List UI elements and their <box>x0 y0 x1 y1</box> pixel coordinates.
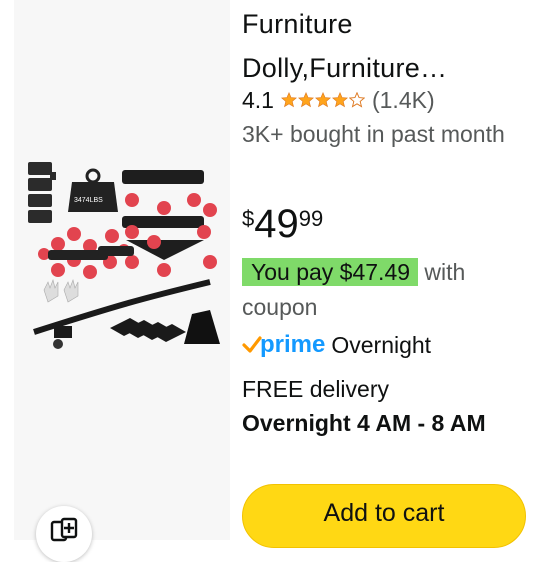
prime-logo-text: prime <box>260 331 326 358</box>
weight-label: 3474LBS <box>74 197 103 204</box>
review-count: (1.4K) <box>371 87 435 113</box>
delivery-info: FREE delivery Overnight 4 AM - 8 AM <box>242 372 486 440</box>
rating-row[interactable]: 4.1 (1.4K) <box>242 86 435 114</box>
price: $ 49 99 <box>242 202 323 246</box>
star-icon <box>331 92 348 108</box>
coupon-price-badge: You pay $47.49 <box>242 258 419 286</box>
prime-logo: prime <box>242 331 325 359</box>
compare-button[interactable] <box>36 506 92 562</box>
product-image-panel[interactable]: 3474LBS <box>14 0 230 562</box>
star-icon <box>297 92 314 108</box>
delivery-line-1: FREE delivery <box>242 376 389 402</box>
delivery-line-2: Overnight 4 AM - 8 AM <box>242 410 486 436</box>
add-to-cart-button[interactable]: Add to cart <box>242 484 526 548</box>
product-image[interactable]: 3474LBS <box>14 150 230 350</box>
prime-check-icon <box>242 336 262 353</box>
rating-value: 4.1 <box>242 87 274 113</box>
product-title[interactable]: Furniture Dolly,Furniture… <box>242 2 532 90</box>
compare-icon <box>50 517 78 542</box>
coupon-text: You pay $47.49 with coupon <box>242 255 532 325</box>
star-empty-icon <box>348 92 365 108</box>
price-fraction: 99 <box>298 206 324 231</box>
bought-in-past-month: 3K+ bought in past month <box>242 121 505 147</box>
prime-row: prime Overnight <box>242 331 431 359</box>
star-icon <box>280 92 297 108</box>
rating-stars <box>280 92 366 108</box>
price-whole: 49 <box>254 202 299 246</box>
star-icon <box>314 92 331 108</box>
price-symbol: $ <box>242 206 255 231</box>
delivery-speed: Overnight <box>331 331 432 358</box>
